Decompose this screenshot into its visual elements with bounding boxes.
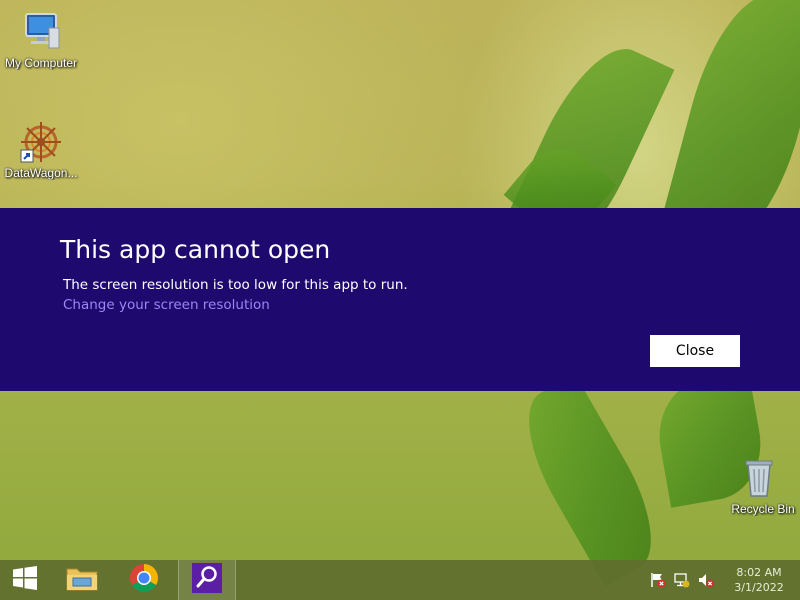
desktop: My Computer DataWagon... Recycle Bin Thi… — [0, 0, 800, 600]
start-button[interactable] — [0, 560, 50, 600]
taskbar-file-explorer[interactable] — [54, 560, 110, 600]
clock-time: 8:02 AM — [736, 566, 782, 579]
close-button[interactable]: Close — [650, 335, 740, 367]
dialog-message: The screen resolution is too low for thi… — [63, 277, 408, 293]
recycle-bin-icon — [737, 456, 781, 500]
clock-date: 3/1/2022 — [734, 581, 784, 594]
desktop-icon-label: DataWagon... — [4, 166, 78, 180]
dialog-title: This app cannot open — [60, 235, 331, 264]
computer-icon — [19, 10, 63, 54]
taskbar-clock[interactable]: 8:02 AM 3/1/2022 — [726, 565, 792, 595]
desktop-icon-label: Recycle Bin — [731, 502, 795, 516]
action-center-flag-icon[interactable] — [650, 572, 666, 588]
datawagon-shortcut-icon — [19, 120, 63, 164]
desktop-icon-datawagon[interactable]: DataWagon... — [0, 120, 82, 180]
file-explorer-icon — [65, 563, 99, 597]
chrome-icon — [129, 563, 159, 597]
desktop-icon-my-computer[interactable]: My Computer — [0, 10, 82, 70]
taskbar: 8:02 AM 3/1/2022 — [0, 560, 800, 600]
network-icon[interactable] — [674, 572, 690, 588]
desktop-icon-label: My Computer — [4, 56, 78, 70]
taskbar-search-app[interactable] — [178, 560, 236, 600]
taskbar-chrome[interactable] — [116, 560, 172, 600]
windows-start-icon — [12, 566, 38, 594]
search-app-icon — [191, 562, 223, 598]
volume-muted-icon[interactable] — [698, 572, 714, 588]
change-resolution-link[interactable]: Change your screen resolution — [63, 297, 270, 313]
app-cannot-open-dialog: This app cannot open The screen resoluti… — [0, 208, 800, 391]
wallpaper-leaf — [505, 373, 675, 587]
desktop-icon-recycle-bin[interactable]: Recycle Bin — [718, 456, 800, 516]
